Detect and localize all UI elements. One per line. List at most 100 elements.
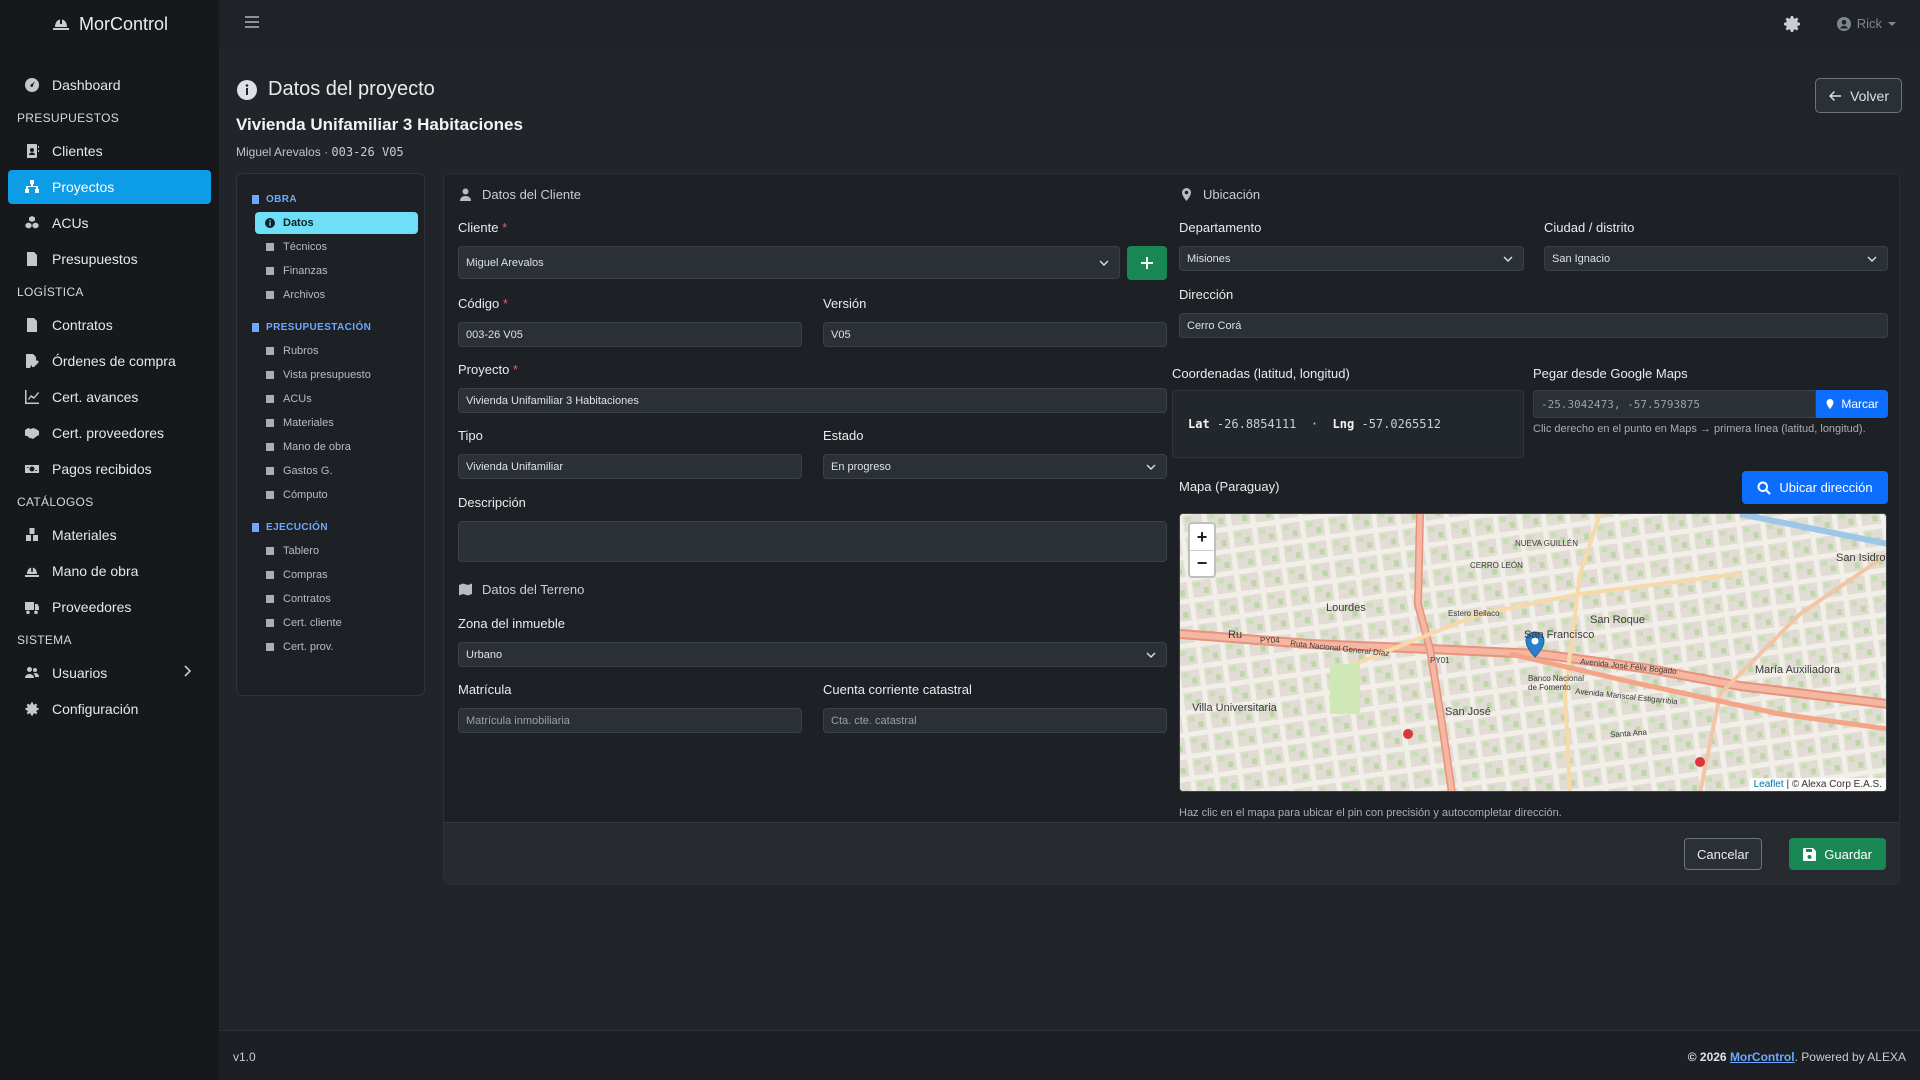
- cliente-select[interactable]: Miguel Arevalos: [458, 246, 1120, 279]
- tipo-input[interactable]: Vivienda Unifamiliar: [458, 454, 802, 479]
- subnav-item[interactable]: ACUs: [255, 388, 418, 410]
- cancel-button[interactable]: Cancelar: [1683, 838, 1762, 870]
- map-icon: [459, 583, 472, 596]
- ubicar-direccion-button[interactable]: Ubicar dirección: [1742, 471, 1888, 504]
- sidebar-item-label: Cert. proveedores: [52, 425, 165, 441]
- version-input[interactable]: V05: [823, 322, 1167, 347]
- back-button[interactable]: Volver: [1815, 78, 1902, 113]
- sidebar-item-mano-obra[interactable]: Mano de obra: [8, 554, 211, 588]
- save-button[interactable]: Guardar: [1789, 838, 1886, 870]
- ciudad-select[interactable]: San Ignacio: [1544, 246, 1888, 271]
- sidebar-item-materiales[interactable]: Materiales: [8, 518, 211, 552]
- user-menu[interactable]: Rick: [1836, 16, 1896, 31]
- sidebar-item-cert-avances[interactable]: Cert. avances: [8, 380, 211, 414]
- map-pin-icon: [1826, 399, 1834, 409]
- matricula-input[interactable]: Matrícula inmobiliaria: [458, 708, 802, 733]
- proyecto-input[interactable]: Vivienda Unifamiliar 3 Habitaciones: [458, 388, 1167, 413]
- sidebar-item-cert-proveedores[interactable]: Cert. proveedores: [8, 416, 211, 450]
- mapa-label: Mapa (Paraguay): [1179, 479, 1280, 494]
- subnav-item[interactable]: Vista presupuesto: [255, 364, 418, 386]
- map-view[interactable]: Lourdes Villa Universitaria San José San…: [1179, 513, 1887, 792]
- sidebar-item-ordenes-compra[interactable]: Órdenes de compra: [8, 344, 211, 378]
- estado-select[interactable]: En progreso: [823, 454, 1167, 479]
- subnav-item[interactable]: Cert. prov.: [255, 636, 418, 658]
- sidebar-item-label: Órdenes de compra: [52, 353, 176, 369]
- direccion-input[interactable]: Cerro Corá: [1179, 313, 1888, 338]
- cubes-icon: [25, 216, 39, 229]
- contract-icon: [27, 318, 37, 332]
- leaflet-link[interactable]: Leaflet: [1754, 779, 1784, 790]
- calculator-icon: [266, 491, 274, 499]
- map-label: María Auxiliadora: [1755, 664, 1840, 676]
- gmaps-help: Clic derecho en el punto en Maps → prime…: [1533, 423, 1866, 435]
- menu-toggle-icon[interactable]: [245, 16, 259, 30]
- subnav-item[interactable]: Gastos G.: [255, 460, 418, 482]
- user-name: Rick: [1856, 16, 1882, 31]
- codigo-input[interactable]: 003-26 V05: [458, 322, 802, 347]
- invoice-icon: [266, 371, 274, 379]
- version-label: Versión: [823, 296, 867, 311]
- cubes-icon: [266, 395, 274, 403]
- cuenta-catastral-input[interactable]: Cta. cte. catastral: [823, 708, 1167, 733]
- zoom-out-button[interactable]: −: [1190, 550, 1214, 576]
- subnav-item[interactable]: Datos: [255, 212, 418, 234]
- add-client-button[interactable]: [1127, 246, 1167, 280]
- descripcion-textarea[interactable]: [458, 521, 1167, 562]
- subnav-item[interactable]: Contratos: [255, 588, 418, 610]
- sidebar-item-proyectos[interactable]: Proyectos: [8, 170, 211, 204]
- gauge-icon: [25, 78, 39, 92]
- morcontrol-link[interactable]: MorControl: [1730, 1050, 1795, 1064]
- proyecto-label: Proyecto *: [458, 362, 518, 377]
- hard-hat-icon: [52, 19, 69, 30]
- sidebar-item-pagos-recibidos[interactable]: Pagos recibidos: [8, 452, 211, 486]
- sidebar-item-label: Cert. avances: [52, 389, 139, 405]
- search-icon: [1757, 481, 1772, 495]
- chevron-down-icon: [1146, 464, 1156, 470]
- hard-hat-icon: [266, 443, 274, 451]
- brand[interactable]: MorControl: [0, 0, 219, 48]
- direccion-label: Dirección: [1179, 287, 1234, 302]
- sidebar-item-dashboard[interactable]: Dashboard: [8, 68, 211, 102]
- zoom-in-button[interactable]: +: [1190, 524, 1214, 550]
- sidebar-item-usuarios[interactable]: Usuarios: [8, 656, 211, 690]
- gauge-icon: [266, 547, 274, 555]
- sidebar-item-label: Pagos recibidos: [52, 461, 152, 477]
- chart-line-icon: [266, 619, 274, 627]
- subnav-item[interactable]: Materiales: [255, 412, 418, 434]
- subnav-item[interactable]: Compras: [255, 564, 418, 586]
- subnav-item[interactable]: Cómputo: [255, 484, 418, 506]
- sidebar-item-configuracion[interactable]: Configuración: [8, 692, 211, 726]
- arrow-left-icon: [1829, 90, 1842, 101]
- zona-select[interactable]: Urbano: [458, 642, 1167, 667]
- subnav-item[interactable]: Finanzas: [255, 260, 418, 282]
- subnav-section-header: OBRA: [237, 188, 424, 210]
- coords-display: Lat -26.8854111 · Lng -57.0265512: [1172, 390, 1524, 458]
- codigo-label: Código *: [458, 296, 508, 311]
- gmaps-paste-input[interactable]: -25.3042473, -57.5793875: [1533, 390, 1816, 418]
- sidebar-item-proveedores[interactable]: Proveedores: [8, 590, 211, 624]
- ciudad-label: Ciudad / distrito: [1544, 220, 1635, 235]
- subnav-item[interactable]: Mano de obra: [255, 436, 418, 458]
- sidebar-item-presupuestos[interactable]: Presupuestos: [8, 242, 211, 276]
- sidebar-item-acus[interactable]: ACUs: [8, 206, 211, 240]
- sidebar-item-clientes[interactable]: Clientes: [8, 134, 211, 168]
- section-terreno-title: Datos del Terreno: [459, 582, 584, 597]
- sidebar-item-contratos[interactable]: Contratos: [8, 308, 211, 342]
- subnav-item[interactable]: Cert. cliente: [255, 612, 418, 634]
- page-title: Datos del proyecto: [236, 78, 523, 101]
- marcar-button[interactable]: Marcar: [1816, 390, 1888, 418]
- subnav-item[interactable]: Técnicos: [255, 236, 418, 258]
- map-label: San Isidro: [1836, 552, 1886, 564]
- meta-separator: ·: [324, 145, 329, 159]
- matricula-label: Matrícula: [458, 682, 512, 697]
- info-circle-icon: [265, 218, 275, 228]
- map-label: Ru: [1228, 629, 1243, 641]
- cuenta-catastral-label: Cuenta corriente catastral: [823, 682, 972, 697]
- sidebar-item-label: Proyectos: [52, 179, 115, 195]
- departamento-select[interactable]: Misiones: [1179, 246, 1524, 271]
- subnav-item[interactable]: Tablero: [255, 540, 418, 562]
- subnav-item[interactable]: Rubros: [255, 340, 418, 362]
- project-subnav: OBRA Datos Técnicos Finanzas Archivos PRESUPU…: [236, 173, 425, 696]
- subnav-item[interactable]: Archivos: [255, 284, 418, 306]
- theme-settings-icon[interactable]: [1782, 14, 1802, 34]
